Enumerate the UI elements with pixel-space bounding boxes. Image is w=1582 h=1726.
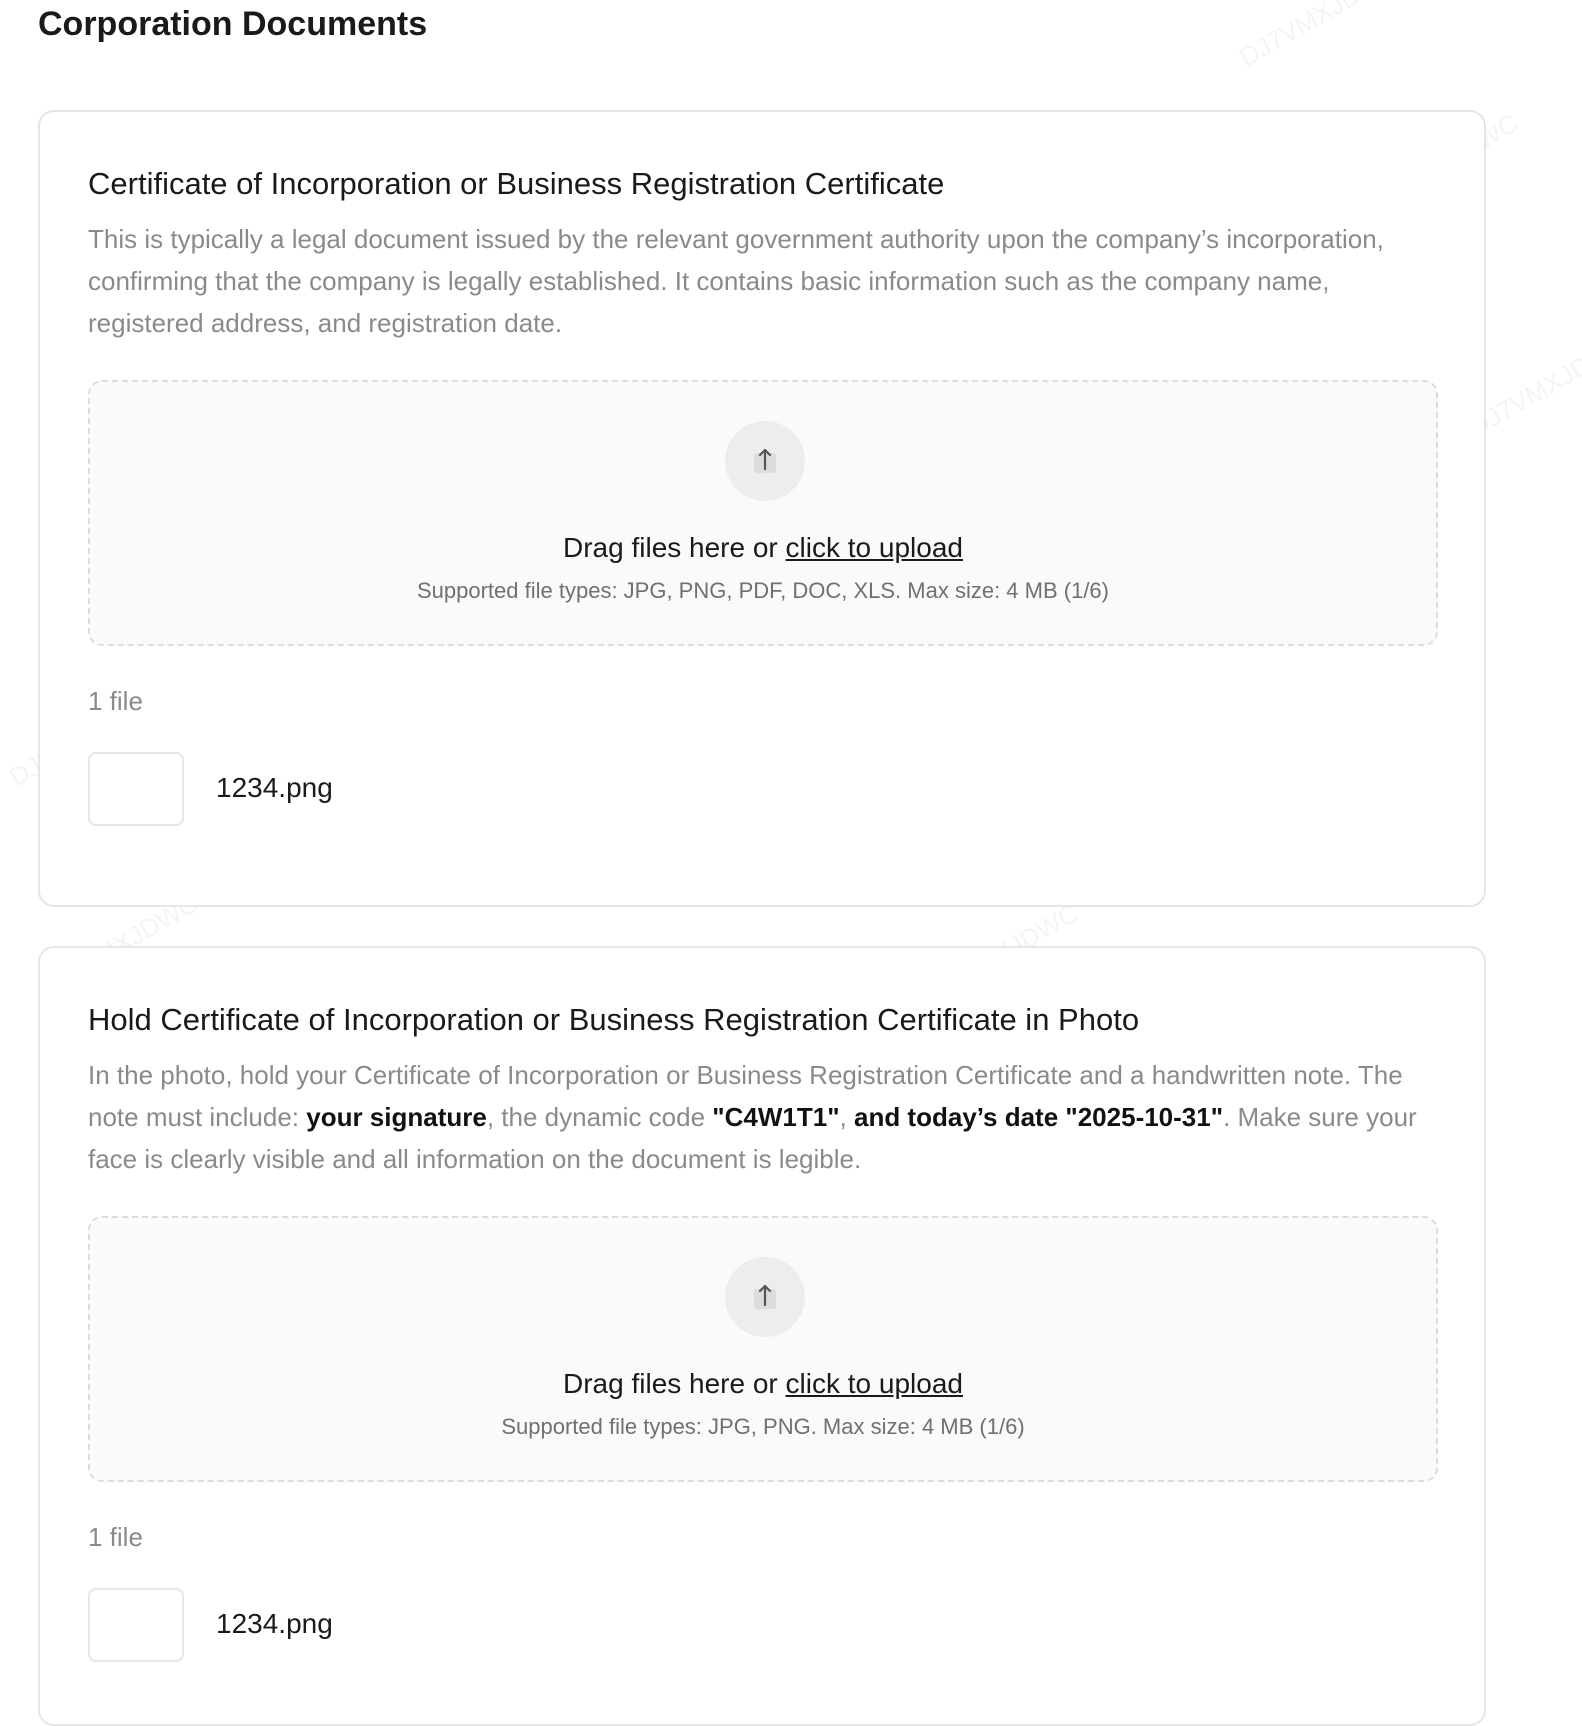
upload-arrow-icon [754,448,776,473]
upload-dropzone[interactable]: Drag files here or click to upload Suppo… [88,380,1438,646]
file-thumbnail[interactable] [88,752,184,826]
dropzone-prompt-text: Drag files here or [563,1368,786,1399]
watermark: DJ7VMXJDWC [1234,0,1403,73]
upload-icon-button[interactable] [725,1257,805,1337]
file-count: 1 file [88,1522,143,1552]
dropzone-prompt: Drag files here or click to upload [90,1366,1436,1402]
upload-arrow-icon [754,1284,776,1309]
click-to-upload-link[interactable]: click to upload [786,532,963,563]
desc-text: , the dynamic code [486,1102,713,1132]
desc-text: , [839,1102,854,1132]
file-name: 1234.png [216,772,333,803]
card-title: Certificate of Incorporation or Business… [88,166,945,201]
desc-emphasis-code: "C4W1T1" [712,1102,840,1132]
file-type-hint: Supported file types: JPG, PNG. Max size… [501,1414,1025,1439]
document-card-certificate: Certificate of Incorporation or Business… [38,110,1486,907]
uploaded-file-item[interactable]: 1234.png [88,1588,688,1664]
dropzone-prompt-text: Drag files here or [563,532,786,563]
card-description: In the photo, hold your Certificate of I… [88,1054,1448,1180]
dropzone-prompt: Drag files here or click to upload [90,530,1436,566]
uploaded-file-item[interactable]: 1234.png [88,752,688,828]
page-title: Corporation Documents [38,5,428,43]
upload-dropzone[interactable]: Drag files here or click to upload Suppo… [88,1216,1438,1482]
file-type-hint: Supported file types: JPG, PNG, PDF, DOC… [416,578,1109,603]
click-to-upload-link[interactable]: click to upload [786,1368,963,1399]
desc-emphasis-date: and today’s date "2025-10-31" [853,1102,1224,1132]
file-thumbnail[interactable] [88,1588,184,1662]
upload-icon-button[interactable] [725,421,805,501]
file-count: 1 file [88,686,143,716]
file-name: 1234.png [216,1608,333,1639]
document-card-photo: Hold Certificate of Incorporation or Bus… [38,946,1486,1726]
desc-emphasis-signature: your signature [306,1102,487,1132]
card-title: Hold Certificate of Incorporation or Bus… [88,1002,1140,1037]
card-description: This is typically a legal document issue… [88,224,1384,338]
